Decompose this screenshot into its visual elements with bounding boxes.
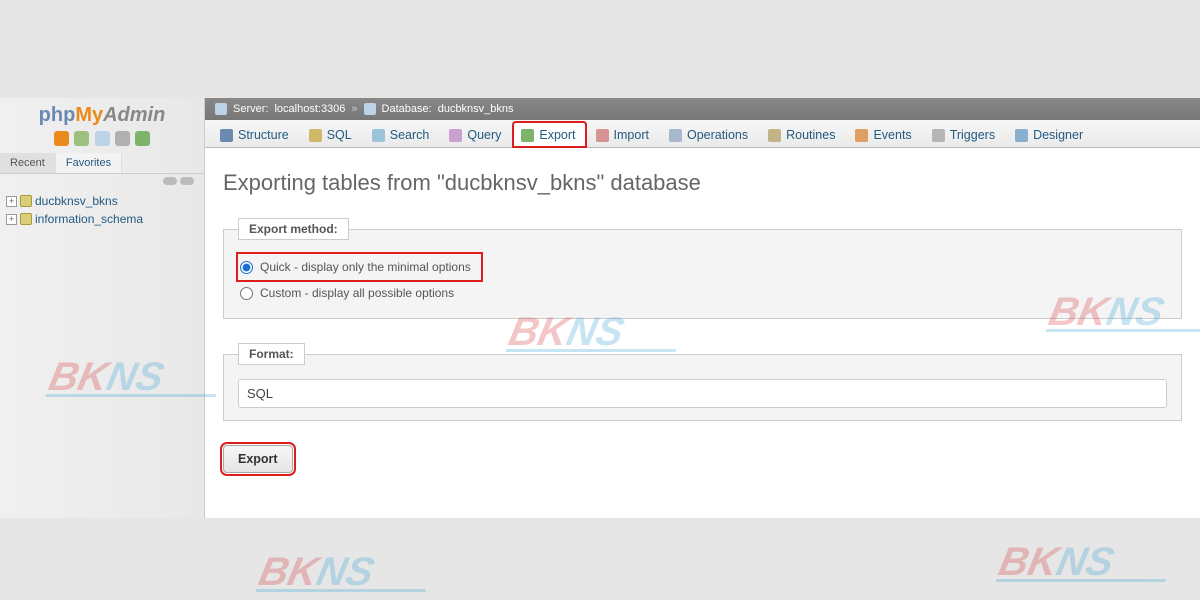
logo[interactable]: phpMyAdmin — [0, 98, 204, 127]
tab-search-label: Search — [390, 128, 430, 142]
sql-icon — [309, 129, 322, 142]
tab-triggers-label: Triggers — [950, 128, 995, 142]
format-select[interactable]: SQL — [238, 379, 1167, 408]
tab-routines-label: Routines — [786, 128, 835, 142]
page-title: Exporting tables from "ducbknsv_bkns" da… — [223, 170, 1182, 196]
export-method-custom-label: Custom - display all possible options — [260, 286, 454, 300]
tab-designer-label: Designer — [1033, 128, 1083, 142]
tab-sql[interactable]: SQL — [300, 121, 363, 147]
tab-routines[interactable]: Routines — [759, 121, 846, 147]
tab-operations-label: Operations — [687, 128, 748, 142]
tab-structure[interactable]: Structure — [211, 121, 300, 147]
sidebar-collapse-row — [0, 174, 204, 188]
tab-triggers[interactable]: Triggers — [923, 121, 1006, 147]
export-method-custom-radio[interactable] — [240, 287, 253, 300]
collapse-icon[interactable] — [163, 177, 177, 185]
routines-icon — [768, 129, 781, 142]
tab-import-label: Import — [614, 128, 649, 142]
export-button[interactable]: Export — [223, 445, 293, 473]
tab-operations[interactable]: Operations — [660, 121, 759, 147]
home-icon[interactable] — [54, 131, 69, 146]
tab-query-label: Query — [467, 128, 501, 142]
tab-sql-label: SQL — [327, 128, 352, 142]
bc-database-value[interactable]: ducbknsv_bkns — [438, 103, 514, 115]
export-method-custom-row[interactable]: Custom - display all possible options — [238, 280, 1167, 306]
sidebar-tab-recent[interactable]: Recent — [0, 153, 56, 173]
tab-search[interactable]: Search — [363, 121, 441, 147]
tree-db1-label[interactable]: ducbknsv_bkns — [35, 192, 118, 210]
bc-server-label: Server: — [233, 103, 268, 115]
logout-icon[interactable] — [74, 131, 89, 146]
tab-events[interactable]: Events — [846, 121, 922, 147]
expand-icon[interactable]: + — [6, 214, 17, 225]
import-icon — [596, 129, 609, 142]
bc-database-label: Database: — [382, 103, 432, 115]
sidebar-tab-favorites[interactable]: Favorites — [56, 153, 122, 173]
tab-designer[interactable]: Designer — [1006, 121, 1094, 147]
database-icon — [20, 213, 32, 225]
tab-query[interactable]: Query — [440, 121, 512, 147]
tab-bar: Structure SQL Search Query Export Import… — [205, 120, 1200, 148]
sidebar: phpMyAdmin Recent Favorites + ducbknsv_b… — [0, 98, 205, 518]
tab-export[interactable]: Export — [512, 121, 586, 148]
format-legend: Format: — [238, 343, 305, 365]
database-icon — [364, 103, 376, 115]
logo-admin: Admin — [103, 104, 165, 126]
breadcrumb-separator: » — [351, 103, 357, 115]
watermark: BKNS — [256, 550, 435, 592]
database-tree: + ducbknsv_bkns + information_schema — [0, 188, 204, 232]
settings-icon[interactable] — [115, 131, 130, 146]
tree-item-db1[interactable]: + ducbknsv_bkns — [6, 192, 198, 210]
designer-icon — [1015, 129, 1028, 142]
logo-my: My — [75, 104, 103, 126]
format-fieldset: Format: SQL — [223, 343, 1182, 421]
operations-icon — [669, 129, 682, 142]
sidebar-tabs: Recent Favorites — [0, 153, 204, 174]
search-icon — [372, 129, 385, 142]
expand-icon[interactable]: + — [6, 196, 17, 207]
main: Server: localhost:3306 » Database: ducbk… — [205, 98, 1200, 518]
watermark: BKNS — [996, 540, 1175, 582]
sidebar-toolbar — [0, 127, 204, 153]
tab-events-label: Events — [873, 128, 911, 142]
structure-icon — [220, 129, 233, 142]
link-icon[interactable] — [180, 177, 194, 185]
docs-icon[interactable] — [95, 131, 110, 146]
reload-icon[interactable] — [135, 131, 150, 146]
export-method-fieldset: Export method: Quick - display only the … — [223, 218, 1182, 319]
content: Exporting tables from "ducbknsv_bkns" da… — [205, 148, 1200, 518]
export-method-quick-label: Quick - display only the minimal options — [260, 260, 471, 274]
events-icon — [855, 129, 868, 142]
tree-item-db2[interactable]: + information_schema — [6, 210, 198, 228]
export-method-quick-radio[interactable] — [240, 261, 253, 274]
tab-import[interactable]: Import — [587, 121, 660, 147]
tree-db2-label[interactable]: information_schema — [35, 210, 143, 228]
query-icon — [449, 129, 462, 142]
export-icon — [521, 129, 534, 142]
tab-structure-label: Structure — [238, 128, 289, 142]
server-icon — [215, 103, 227, 115]
triggers-icon — [932, 129, 945, 142]
database-icon — [20, 195, 32, 207]
export-method-quick-row[interactable]: Quick - display only the minimal options — [238, 254, 481, 280]
export-method-legend: Export method: — [238, 218, 349, 240]
logo-php: php — [39, 104, 76, 126]
bc-server-value[interactable]: localhost:3306 — [274, 103, 345, 115]
tab-export-label: Export — [539, 128, 575, 142]
breadcrumb: Server: localhost:3306 » Database: ducbk… — [205, 98, 1200, 120]
